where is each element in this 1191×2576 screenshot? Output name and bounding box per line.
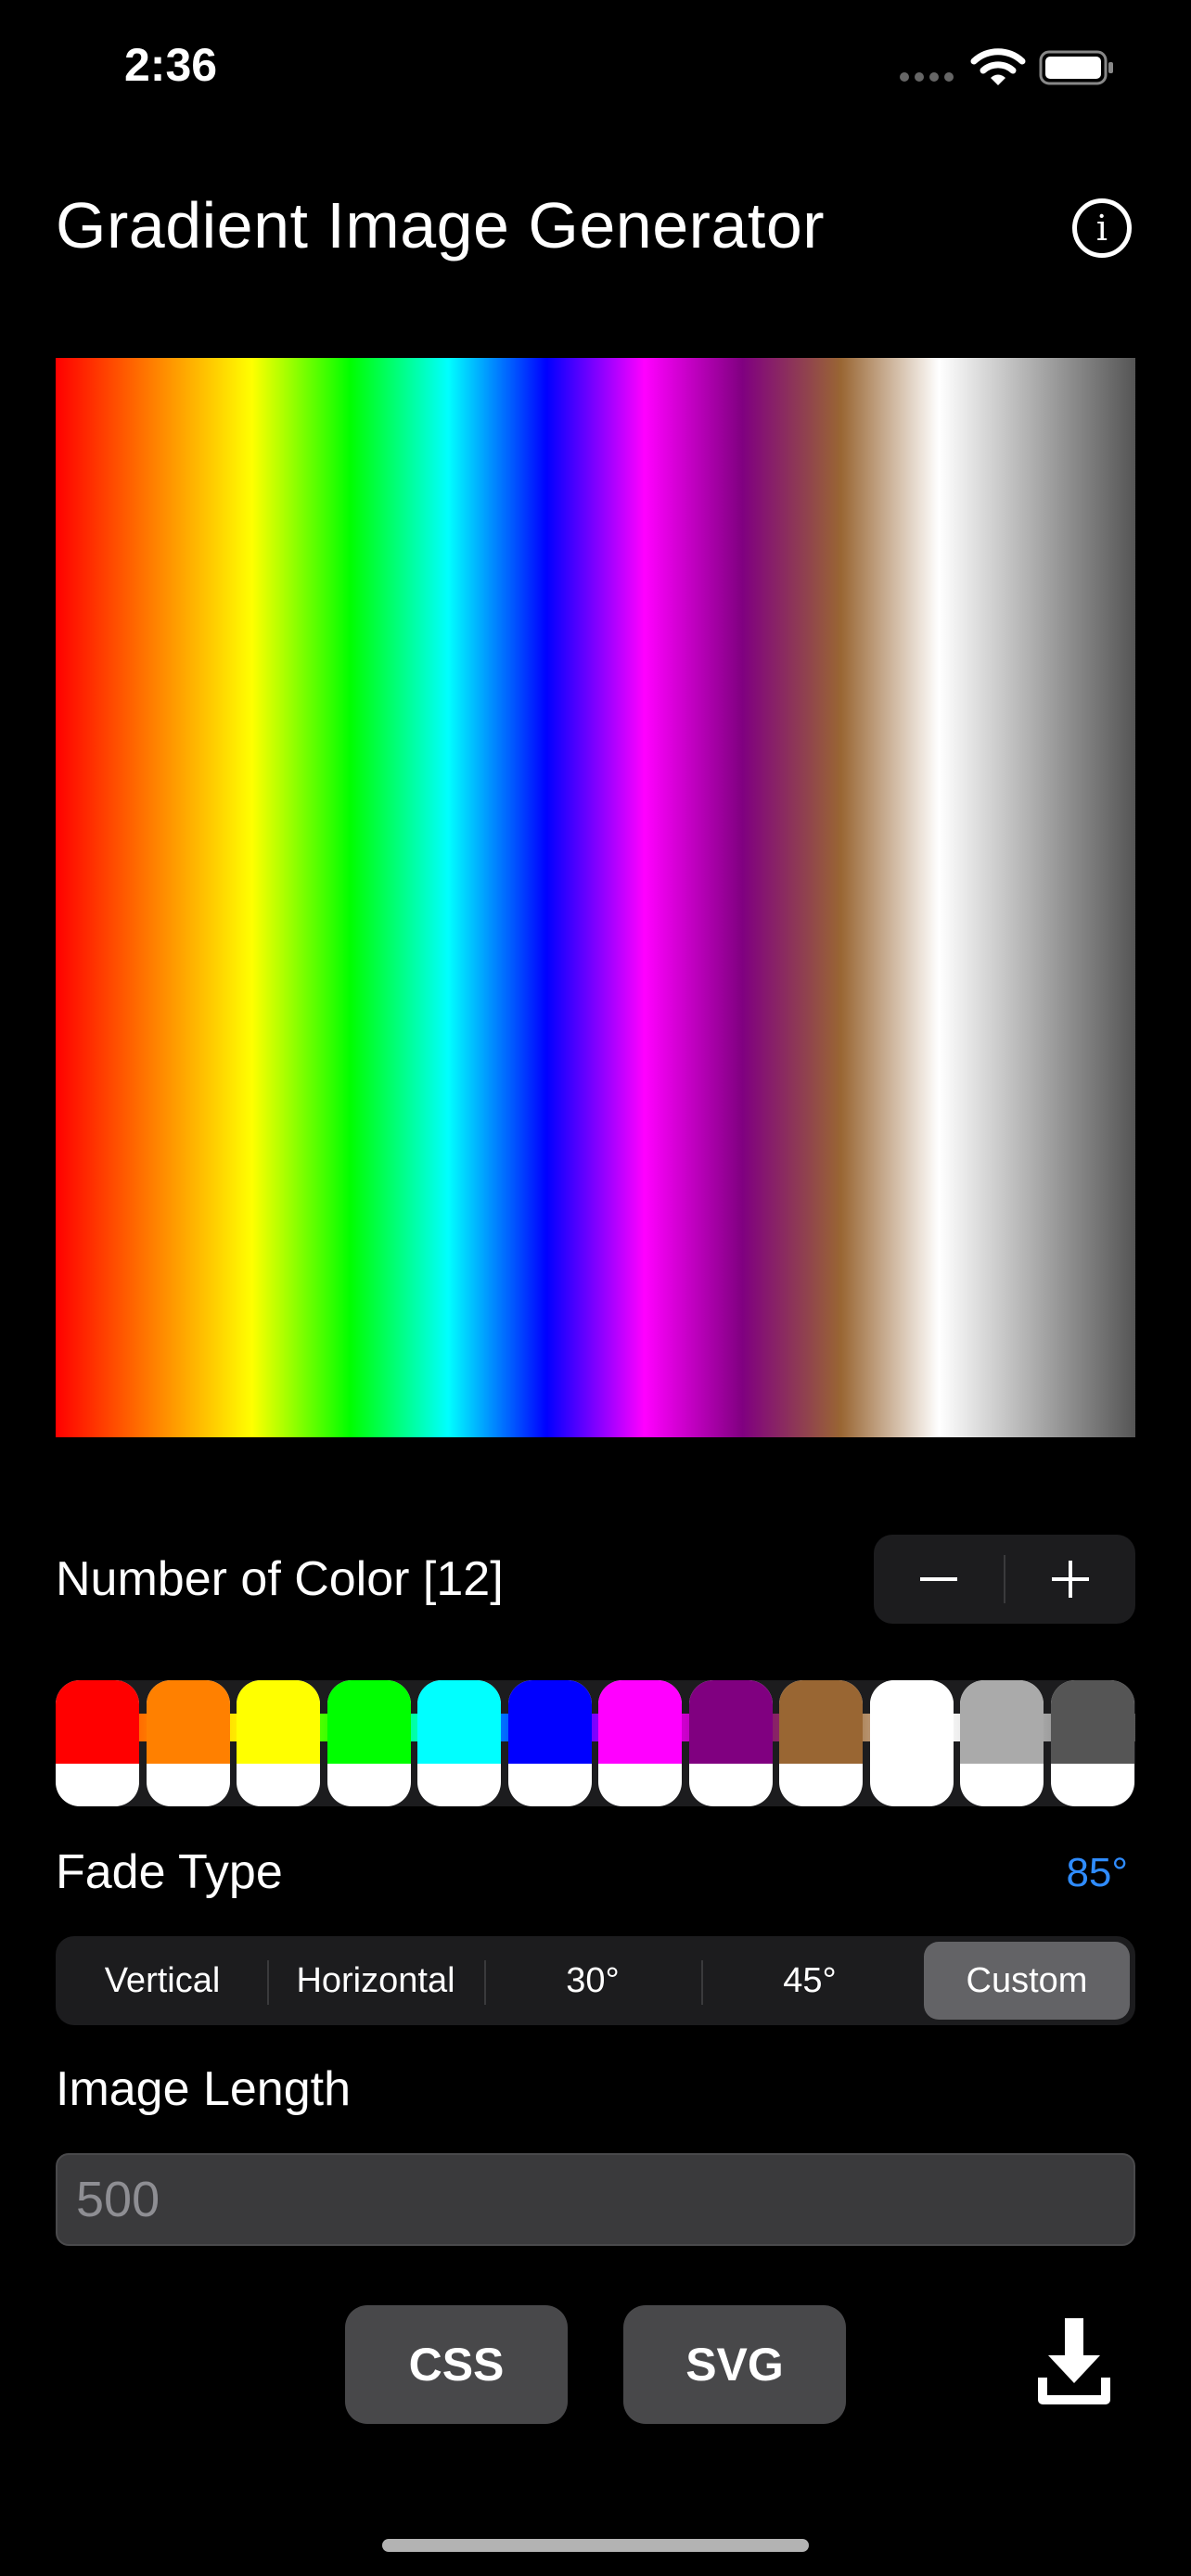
segment-30[interactable]: 30°: [488, 1942, 698, 2020]
image-length-input[interactable]: [56, 2153, 1135, 2246]
segment-custom[interactable]: Custom: [924, 1942, 1130, 2020]
color-swatch[interactable]: [1050, 1680, 1134, 1806]
angle-value[interactable]: 85°: [1066, 1845, 1128, 1901]
color-swatch[interactable]: [237, 1680, 320, 1806]
color-swatch[interactable]: [327, 1680, 411, 1806]
wifi-icon: [970, 48, 1026, 85]
page-title: Gradient Image Generator: [56, 189, 826, 261]
color-swatch[interactable]: [417, 1680, 501, 1806]
color-swatch[interactable]: [598, 1680, 682, 1806]
minus-icon: [920, 1577, 957, 1581]
download-icon[interactable]: [1037, 2318, 1111, 2405]
color-swatch[interactable]: [960, 1680, 1044, 1806]
gradient-preview: [56, 358, 1135, 1437]
color-swatch[interactable]: [507, 1680, 592, 1806]
svg-button[interactable]: SVG: [623, 2305, 846, 2424]
info-icon[interactable]: i: [1072, 198, 1132, 258]
color-swatch[interactable]: [688, 1680, 773, 1806]
color-count-stepper: [874, 1535, 1135, 1624]
fade-type-segmented-control: Vertical Horizontal 30° 45° Custom: [56, 1936, 1135, 2025]
image-length-label: Image Length: [56, 2062, 352, 2116]
color-swatch[interactable]: [146, 1680, 230, 1806]
battery-icon: [1039, 50, 1113, 85]
fade-type-label: Fade Type: [56, 1845, 283, 1899]
segment-horizontal[interactable]: Horizontal: [271, 1942, 480, 2020]
css-button[interactable]: CSS: [345, 2305, 568, 2424]
status-time: 2:36: [124, 39, 218, 91]
color-count-label: Number of Color [12]: [56, 1552, 504, 1606]
segment-vertical[interactable]: Vertical: [61, 1942, 263, 2020]
cellular-signal-icon: [900, 72, 955, 83]
increment-button[interactable]: [1005, 1535, 1135, 1624]
color-swatch[interactable]: [779, 1680, 863, 1806]
color-swatch-strip: [56, 1680, 1135, 1806]
color-swatch[interactable]: [869, 1680, 954, 1806]
segment-45[interactable]: 45°: [705, 1942, 915, 2020]
decrement-button[interactable]: [874, 1535, 1004, 1624]
plus-icon: [1052, 1561, 1089, 1598]
home-indicator: [382, 2539, 809, 2552]
color-swatch[interactable]: [56, 1680, 139, 1806]
